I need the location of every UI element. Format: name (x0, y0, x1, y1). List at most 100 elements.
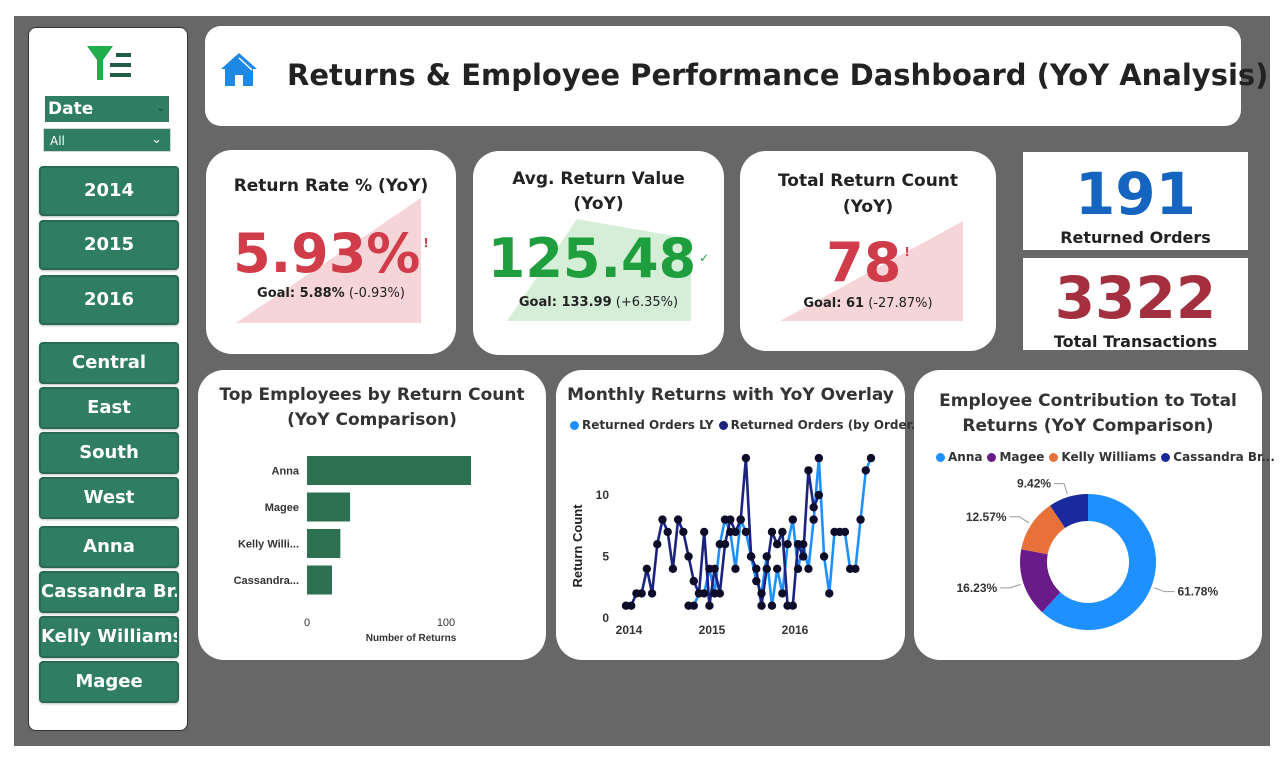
region-button-central[interactable]: Central (39, 342, 179, 384)
kpi-total-return-count[interactable]: Total Return Count (YoY) 78! Goal: 61 (-… (740, 151, 996, 351)
x-tick-label: 0 (304, 617, 310, 629)
kpi-value: 78! (826, 231, 910, 294)
data-point (778, 527, 787, 537)
data-point (736, 515, 745, 524)
employee-button-kelly-williams[interactable]: Kelly Williams (39, 616, 179, 658)
data-point (819, 552, 829, 561)
data-point (673, 515, 683, 524)
data-point (752, 576, 761, 586)
data-point (840, 527, 850, 537)
data-point (689, 601, 698, 610)
data-point (767, 527, 777, 537)
bar (307, 529, 341, 558)
data-point (731, 564, 740, 573)
data-point (715, 589, 725, 598)
y-axis-label: Return Count (570, 504, 585, 588)
data-point (809, 515, 818, 524)
stat-value: 3322 (1054, 264, 1217, 332)
date-dropdown[interactable]: All ⌄ (43, 128, 171, 152)
filter-sidebar: Date ⌄ All ⌄ 2014 2015 2016 Central East … (28, 27, 188, 731)
data-point (627, 601, 636, 610)
header-bar: Returns & Employee Performance Dashboard… (205, 26, 1268, 126)
leader-line (1009, 516, 1030, 524)
data-point (793, 564, 803, 573)
year-button-2015[interactable]: 2015 (39, 220, 179, 270)
kpi-goal: Goal: 61 (-27.87%) (803, 296, 933, 311)
leader-line (1000, 583, 1021, 589)
x-tick-label: 2015 (699, 623, 726, 637)
kpi-value: 125.48 ✓ (487, 227, 710, 290)
bar (307, 492, 351, 522)
stat-label: Total Transactions (1053, 332, 1218, 350)
data-point (752, 564, 761, 573)
bar-category-label: Kelly Willi... (238, 539, 299, 551)
data-point (746, 552, 756, 561)
data-point (658, 515, 667, 524)
kpi-title: Return Rate % (YoY) (233, 176, 429, 196)
kpi-title-line2: (YoY) (842, 197, 894, 217)
date-filter-label: Date ⌄ (45, 96, 169, 122)
y-tick-label: 0 (602, 611, 609, 625)
data-point (731, 527, 740, 537)
data-point (825, 589, 834, 598)
region-button-south[interactable]: South (39, 432, 179, 474)
kpi-return-rate[interactable]: Return Rate % (YoY) 5.93%! Goal: 5.88% (… (206, 150, 456, 354)
stat-label: Returned Orders (1060, 228, 1211, 247)
data-point (866, 453, 876, 463)
slice-percent-label: 61.78% (1177, 585, 1218, 599)
data-point (689, 576, 698, 586)
top-employees-chart-card[interactable]: Top Employees by Return Count (YoY Compa… (198, 370, 546, 660)
data-point (694, 589, 704, 598)
data-point (772, 540, 782, 549)
data-point (684, 552, 693, 561)
data-point (757, 601, 766, 610)
donut-chart: 61.78% 16.23% 12.57% 9.42% (956, 477, 1218, 630)
region-button-east[interactable]: East (39, 387, 179, 429)
alert-icon: ! (904, 245, 910, 259)
data-point (705, 601, 714, 610)
data-point (741, 453, 751, 463)
employee-button-magee[interactable]: Magee (39, 661, 179, 703)
x-tick-label: 100 (437, 617, 455, 629)
data-point (757, 589, 766, 598)
slice-percent-label: 9.42% (1017, 477, 1051, 491)
bar (307, 456, 472, 485)
region-button-west[interactable]: West (39, 477, 179, 519)
data-point (804, 564, 813, 573)
data-point (762, 552, 771, 561)
kpi-title-line1: Total Return Count (777, 171, 959, 191)
monthly-returns-chart-card[interactable]: Monthly Returns with YoY Overlay Returne… (556, 370, 925, 660)
year-button-2016[interactable]: 2016 (39, 275, 179, 325)
data-point (783, 540, 792, 549)
y-tick-label: 10 (596, 488, 610, 502)
kpi-avg-return-value[interactable]: Avg. Return Value (YoY) 125.48 ✓ Goal: 13… (473, 151, 724, 355)
home-icon[interactable] (219, 50, 259, 88)
year-button-2014[interactable]: 2014 (39, 166, 179, 216)
stat-value: 191 (1074, 160, 1197, 228)
employee-button-anna[interactable]: Anna (39, 526, 179, 568)
data-point (767, 601, 777, 610)
data-point (663, 527, 672, 537)
bar-chart: Anna Magee Kelly Willi... Cassandra... 0 100 N… (234, 456, 472, 644)
data-point (642, 564, 652, 573)
bar-category-label: Cassandra... (234, 575, 299, 587)
leader-line (1154, 587, 1175, 593)
page-title: Returns & Employee Performance Dashboard… (287, 58, 1269, 92)
y-tick-label: 5 (602, 550, 609, 564)
data-point (778, 589, 787, 598)
data-point (720, 540, 730, 549)
bar (307, 565, 333, 595)
data-point (668, 564, 678, 573)
data-point (772, 564, 782, 573)
data-point (647, 589, 657, 598)
stat-returned-orders[interactable]: 191 Returned Orders (1023, 152, 1248, 250)
stat-total-transactions[interactable]: 3322 Total Transactions (1023, 258, 1248, 350)
employee-button-cassandra[interactable]: Cassandra Br... (39, 571, 179, 613)
data-point (788, 601, 798, 610)
data-point (851, 564, 860, 573)
kpi-goal: Goal: 133.99 (+6.35%) (518, 295, 679, 310)
employee-contribution-chart-card[interactable]: Employee Contribution to Total Returns (… (914, 370, 1275, 660)
slice-percent-label: 16.23% (956, 581, 997, 595)
bar-category-label: Anna (272, 466, 300, 478)
data-point (710, 564, 719, 573)
